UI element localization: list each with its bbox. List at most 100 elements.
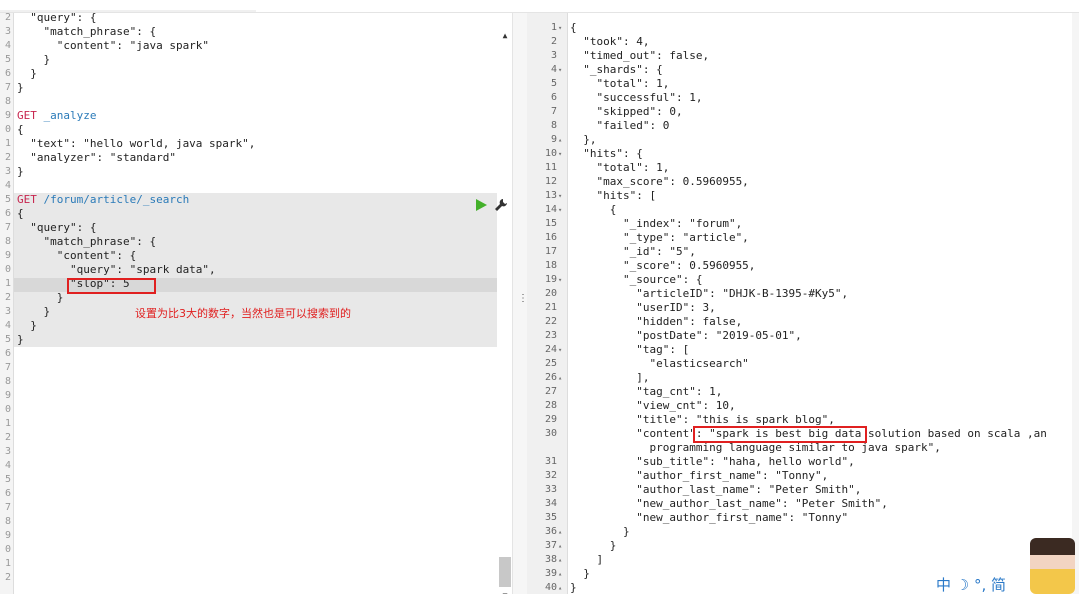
line-number: 16 [544,232,557,243]
line-number: 8 [4,96,11,107]
response-code: "_score": 0.5960955, [570,259,756,272]
line-number: 2 [4,432,11,443]
fold-toggle-icon[interactable]: ▾ [558,147,566,161]
line-number: 6 [4,68,11,79]
line-number: 9 [4,250,11,261]
response-code: "successful": 1, [570,91,703,104]
fold-toggle-icon[interactable]: ▴ [558,133,566,147]
line-number: 3 [4,446,11,457]
fold-toggle-icon[interactable]: ▴ [558,371,566,385]
line-number: 3 [4,26,11,37]
line-number: 6 [4,348,11,359]
response-code: "_source": { [570,273,703,286]
request-editor[interactable]: 2 "query": {3 "match_phrase": {4 "conten… [0,13,512,594]
line-number: 4 [4,320,11,331]
request-code: "match_phrase": { [17,25,157,38]
fold-toggle-icon[interactable]: ▴ [558,553,566,567]
line-number: 30 [544,428,557,439]
ime-indicator[interactable]: 中 ☽ °, 简 [936,574,1036,594]
line-number: 1 [4,138,11,149]
line-number: 28 [544,400,557,411]
fold-toggle-icon[interactable]: ▴ [558,539,566,553]
response-code: ], [570,371,650,384]
line-number: 29 [544,414,557,425]
request-scrollbar[interactable]: ▲ ▼ [498,31,512,594]
response-code: programming language similar to java spa… [570,441,941,454]
fold-toggle-icon[interactable]: ▴ [558,525,566,539]
line-number: 36 [544,526,557,537]
response-code: } [570,539,617,552]
line-number: 8 [550,120,557,131]
pane-divider[interactable]: ⋮ [512,13,528,594]
line-number: 1 [4,418,11,429]
line-number: 32 [544,470,557,481]
line-number: 31 [544,456,557,467]
scroll-up-icon[interactable]: ▲ [500,31,510,41]
line-number: 2 [4,152,11,163]
scroll-thumb[interactable] [499,557,511,587]
line-number: 9 [4,110,11,121]
response-code: "_shards": { [570,63,663,76]
line-number: 39 [544,568,557,579]
fold-toggle-icon[interactable]: ▾ [558,63,566,77]
line-number: 38 [544,554,557,565]
line-number: 7 [550,106,557,117]
line-number: 5 [4,194,11,205]
line-number: 4 [4,180,11,191]
line-number: 37 [544,540,557,551]
line-number: 5 [4,54,11,65]
response-code: ] [570,553,604,566]
line-number: 6 [4,208,11,219]
top-bar [0,0,1079,13]
line-number: 6 [550,92,557,103]
response-code: "_index": "forum", [570,217,743,230]
play-icon[interactable] [476,199,487,211]
fold-toggle-icon[interactable]: ▴ [558,567,566,581]
line-number: 2 [550,36,557,47]
line-number: 5 [550,78,557,89]
line-number: 0 [4,124,11,135]
response-code: "hidden": false, [570,315,743,328]
line-number: 2 [4,292,11,303]
line-number: 3 [550,50,557,61]
request-method-line: GET /forum/article/_search [17,193,189,207]
fold-toggle-icon[interactable]: ▾ [558,21,566,35]
response-viewer[interactable]: 1 ▾{2 "took": 4, 3 "timed_out": false, 4 ▾ "… [527,13,1079,594]
line-number: 7 [4,222,11,233]
line-number: 15 [544,218,557,229]
line-number: 33 [544,484,557,495]
line-number: 4 [4,40,11,51]
request-code: { [17,207,24,220]
response-code: "skipped": 0, [570,105,683,118]
line-number: 27 [544,386,557,397]
tab-underline [0,10,256,12]
response-code: "failed": 0 [570,119,670,132]
fold-toggle-icon[interactable]: ▾ [558,273,566,287]
line-number: 7 [4,362,11,373]
line-number: 34 [544,498,557,509]
response-code: "_type": "article", [570,231,749,244]
response-code: "total": 1, [570,161,670,174]
line-number: 26 [544,372,557,383]
response-code: "tag": [ [570,343,690,356]
fold-toggle-icon[interactable]: ▴ [558,581,566,594]
fold-toggle-icon[interactable]: ▾ [558,189,566,203]
request-code: "analyzer": "standard" [17,151,176,164]
fold-toggle-icon[interactable]: ▾ [558,203,566,217]
response-code: } [570,525,630,538]
line-number: 40 [544,582,557,593]
response-code: "postDate": "2019-05-01", [570,329,802,342]
response-code: "title": "this is spark blog", [570,413,835,426]
fold-toggle-icon[interactable]: ▾ [558,343,566,357]
line-number: 35 [544,512,557,523]
response-code: } [570,567,590,580]
line-number: 4 [4,460,11,471]
request-code: } [17,305,51,318]
line-number: 8 [4,376,11,387]
line-number: 1 [4,558,11,569]
line-number: 5 [4,334,11,345]
line-number: 2 [4,13,11,23]
response-scrollbar[interactable] [1072,13,1079,594]
response-code: "hits": [ [570,189,657,202]
request-code: } [17,291,64,304]
